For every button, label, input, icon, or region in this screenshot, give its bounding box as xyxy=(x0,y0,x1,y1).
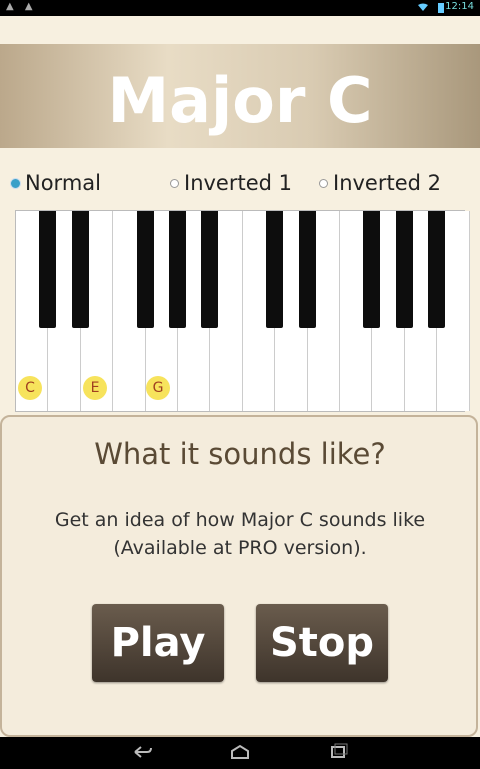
radio-inverted-1[interactable]: Inverted 1 xyxy=(170,168,292,198)
note-marker-e: E xyxy=(83,376,107,400)
black-key[interactable] xyxy=(71,211,89,328)
home-icon[interactable] xyxy=(229,743,251,761)
wifi-icon xyxy=(418,3,428,11)
battery-icon xyxy=(438,3,444,13)
note-marker-g: G xyxy=(146,376,170,400)
radio-dot-icon xyxy=(11,178,20,188)
black-key[interactable] xyxy=(395,211,413,328)
stop-button[interactable]: Stop xyxy=(256,604,388,682)
radio-label: Inverted 1 xyxy=(184,171,293,195)
radio-normal[interactable]: Normal xyxy=(11,168,101,198)
radio-inverted-2[interactable]: Inverted 2 xyxy=(319,168,441,198)
panel-title: What it sounds like? xyxy=(94,437,386,471)
note-marker-c: C xyxy=(18,376,42,400)
black-key[interactable] xyxy=(201,211,219,328)
black-key[interactable] xyxy=(169,211,186,328)
top-spacer xyxy=(0,16,480,44)
radio-dot-icon xyxy=(319,178,328,188)
back-icon[interactable] xyxy=(131,743,153,761)
play-button[interactable]: Play xyxy=(92,604,224,682)
description-line-1: Get an idea of how Major C sounds like xyxy=(54,509,426,531)
chord-title: Major C xyxy=(107,64,373,137)
chord-variant-group: Normal Inverted 1 Inverted 2 xyxy=(0,168,480,198)
radio-dot-icon xyxy=(170,178,179,188)
piano-keyboard xyxy=(15,210,470,412)
radio-label: Inverted 2 xyxy=(333,171,442,195)
black-key[interactable] xyxy=(136,211,154,328)
status-bar: ▲ ▲ 12:14 xyxy=(0,0,480,16)
black-key[interactable] xyxy=(39,211,57,328)
black-key[interactable] xyxy=(298,211,316,328)
black-key[interactable] xyxy=(363,211,381,328)
notification-icons: ▲ ▲ xyxy=(6,1,37,12)
black-key[interactable] xyxy=(428,211,446,328)
recents-icon[interactable] xyxy=(327,743,349,761)
description-line-2: (Available at PRO version). xyxy=(113,537,367,559)
clock: 12:14 xyxy=(445,1,474,12)
panel-description: Get an idea of how Major C sounds like (… xyxy=(0,506,480,562)
radio-label: Normal xyxy=(25,171,101,195)
black-key[interactable] xyxy=(266,211,284,328)
navigation-bar xyxy=(0,737,480,769)
